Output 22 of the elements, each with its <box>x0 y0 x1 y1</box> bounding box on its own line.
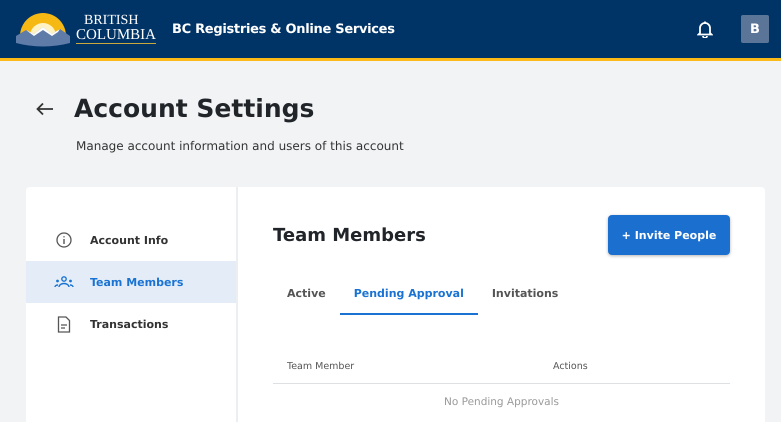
tab[interactable]: Pending Approval <box>340 273 478 315</box>
sidebar-item[interactable]: Account Info <box>26 219 236 261</box>
people-group-icon <box>54 275 74 289</box>
empty-message: No Pending Approvals <box>444 396 559 408</box>
logo-wordmark: COLUMBIA <box>76 28 156 42</box>
column-header: Actions <box>553 360 588 372</box>
tab[interactable]: Invitations <box>478 273 572 315</box>
section-title: Team Members <box>273 224 426 246</box>
back-arrow-icon[interactable] <box>36 102 54 116</box>
info-icon <box>54 232 74 248</box>
sidebar-item[interactable]: Team Members <box>26 261 236 303</box>
avatar-button[interactable]: B <box>741 15 769 43</box>
page-subtitle: Manage account information and users of this account <box>76 139 405 153</box>
app-title: BC Registries & Online Services <box>172 22 395 36</box>
invite-people-button[interactable]: + Invite People <box>608 215 730 255</box>
sidebar-item[interactable]: Transactions <box>26 303 236 345</box>
page-title: Account Settings <box>74 94 314 123</box>
logo-wordmark: BRITISH <box>83 14 140 28</box>
tab[interactable]: Active <box>273 273 340 315</box>
bell-icon[interactable] <box>697 20 713 38</box>
sunrise-mountain-logo-icon <box>14 10 72 48</box>
column-header: Team Member <box>286 360 356 372</box>
